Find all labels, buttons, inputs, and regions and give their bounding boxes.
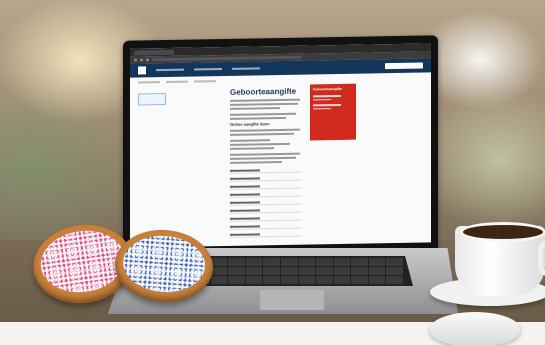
key[interactable] <box>210 276 228 284</box>
key[interactable] <box>386 276 403 284</box>
key[interactable] <box>298 276 316 284</box>
intro-text-line <box>230 107 280 110</box>
coffee <box>460 222 545 242</box>
body-text-line <box>230 132 294 136</box>
side-panel: Geboorteaangifte <box>310 83 356 141</box>
accordion-item[interactable] <box>230 206 302 214</box>
reload-icon[interactable] <box>146 58 149 62</box>
key[interactable] <box>245 267 263 275</box>
accordion-label <box>230 185 260 188</box>
key[interactable] <box>386 258 403 266</box>
accordion-item[interactable] <box>230 174 302 182</box>
side-panel-text <box>313 98 331 101</box>
breadcrumb-item[interactable] <box>166 80 188 83</box>
accordion-label <box>230 225 260 228</box>
page-content: Geboorteaangifte Online aangifte doen Ge… <box>130 82 431 247</box>
accordion-label <box>230 209 260 212</box>
nav-item-1[interactable] <box>156 68 184 72</box>
accordion-label <box>230 169 260 172</box>
site-logo[interactable] <box>138 66 146 75</box>
accordion-item[interactable] <box>230 166 302 174</box>
key[interactable] <box>333 276 351 284</box>
photo-scene: Geboorteaangifte Online aangifte doen Ge… <box>0 0 545 345</box>
key[interactable] <box>228 267 245 275</box>
body-text-line <box>230 128 300 132</box>
key[interactable] <box>316 276 333 284</box>
key[interactable] <box>280 267 298 275</box>
accordion-label <box>230 217 260 220</box>
side-info-box <box>138 92 166 106</box>
accordion-label <box>230 177 260 180</box>
body-text-line <box>230 152 300 156</box>
key[interactable] <box>245 276 263 284</box>
accordion-item[interactable] <box>230 230 302 238</box>
key[interactable] <box>368 258 386 266</box>
body-text-line <box>230 160 282 164</box>
trackpad[interactable] <box>260 290 324 310</box>
key[interactable] <box>316 258 333 266</box>
page-title: Geboorteaangifte <box>230 86 297 97</box>
browser-tab[interactable] <box>134 49 174 56</box>
breadcrumb-item[interactable] <box>194 80 216 83</box>
forward-icon[interactable] <box>140 58 143 62</box>
nav-item-2[interactable] <box>194 68 222 71</box>
key[interactable] <box>386 267 403 275</box>
key[interactable] <box>333 258 351 266</box>
side-panel-link[interactable] <box>313 94 341 97</box>
intro-text-line <box>230 98 300 102</box>
side-panel-link[interactable] <box>313 103 341 106</box>
search-input[interactable] <box>385 62 423 70</box>
accordion-item[interactable] <box>230 182 302 190</box>
accordion-item[interactable] <box>230 190 302 198</box>
accordion-label <box>230 201 260 204</box>
side-panel-text <box>313 107 331 110</box>
laptop-display: Geboorteaangifte Online aangifte doen Ge… <box>130 43 431 248</box>
accordion-label <box>230 233 260 236</box>
key[interactable] <box>280 276 298 284</box>
breadcrumb-item[interactable] <box>138 81 160 84</box>
key[interactable] <box>263 276 280 284</box>
key[interactable] <box>228 276 245 284</box>
bullet-line <box>230 142 290 146</box>
body-text-line <box>230 156 296 160</box>
key[interactable] <box>351 267 368 275</box>
key[interactable] <box>245 258 263 266</box>
accordion-item[interactable] <box>230 198 302 206</box>
bullet-line <box>230 147 274 150</box>
accordion-item[interactable] <box>230 214 302 222</box>
key[interactable] <box>351 258 368 266</box>
key[interactable] <box>210 267 228 275</box>
computer-mouse[interactable] <box>430 312 520 345</box>
key[interactable] <box>228 258 245 266</box>
intro-text-line <box>230 102 298 106</box>
bullet-line <box>230 139 270 142</box>
key[interactable] <box>368 267 386 275</box>
key[interactable] <box>316 267 333 275</box>
side-panel-title: Geboorteaangifte <box>313 86 342 92</box>
back-icon[interactable] <box>134 58 137 62</box>
key[interactable] <box>368 276 386 284</box>
section-heading: Online aangifte doen <box>230 121 270 127</box>
key[interactable] <box>210 258 228 266</box>
accordion-item[interactable] <box>230 222 302 230</box>
key[interactable] <box>263 267 280 275</box>
laptop-screen: Geboorteaangifte Online aangifte doen Ge… <box>123 35 438 256</box>
nav-item-3[interactable] <box>232 67 260 70</box>
key[interactable] <box>263 258 280 266</box>
cup-handle <box>538 240 545 276</box>
key[interactable] <box>280 258 298 266</box>
intro-text-line <box>230 112 296 116</box>
blue-sprinkles <box>121 232 208 295</box>
key[interactable] <box>333 267 351 275</box>
accordion-label <box>230 193 260 196</box>
intro-text-line <box>230 116 286 120</box>
key[interactable] <box>351 276 368 284</box>
key[interactable] <box>298 258 316 266</box>
key[interactable] <box>298 267 316 275</box>
